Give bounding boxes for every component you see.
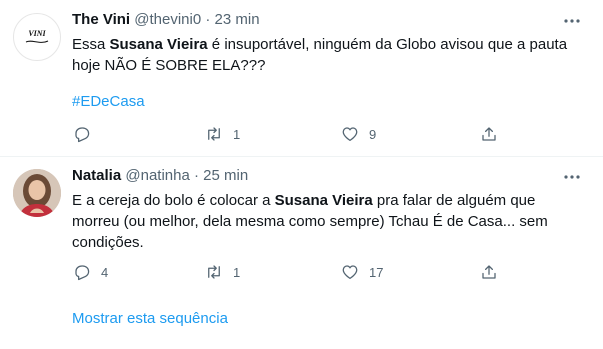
timestamp[interactable]: 25 min [203,167,248,184]
show-thread-link[interactable]: Mostrar esta sequência [72,310,228,327]
share-icon [482,127,496,141]
reply-button[interactable]: 4 [73,263,108,281]
author-name[interactable]: Natalia [72,167,121,184]
share-icon [482,265,496,279]
tweet-text: E a cereja do bolo é colocar a Susana Vi… [72,192,548,251]
share-button[interactable] [480,125,498,143]
separator-dot: · [194,167,199,184]
hashtag-link[interactable]: #EDeCasa [72,92,145,112]
author-name[interactable]: The Vini [72,11,130,28]
more-options-icon[interactable] [563,12,581,30]
tweet[interactable]: VINI The Vini @thevini0 · 23 min Essa Su… [0,0,603,155]
retweet-button[interactable]: 1 [205,125,240,143]
tweet-header: Natalia @natinha · 25 min [72,167,248,185]
more-options-icon[interactable] [563,168,581,186]
heart-icon [342,265,358,280]
vini-logo-icon: VINI [25,29,49,43]
tweet[interactable]: Natalia @natinha · 25 min E a cereja do … [0,157,603,349]
heart-icon [342,127,358,142]
tweet-text: Essa Susana Vieira é insuportável, ningu… [72,36,568,74]
author-handle[interactable]: @thevini0 [134,11,201,28]
retweet-icon [208,127,220,141]
avatar[interactable] [13,169,61,217]
avatar[interactable]: VINI [13,13,61,61]
author-handle[interactable]: @natinha [125,167,189,184]
like-button[interactable]: 9 [341,125,376,143]
retweet-icon [208,265,220,279]
separator-dot: · [205,11,211,28]
reply-icon [75,265,90,281]
like-button[interactable]: 17 [341,263,383,281]
reply-icon [75,127,90,143]
tweet-header: The Vini @thevini0 · 23 min [72,11,260,29]
reply-button[interactable] [73,125,101,143]
svg-text:VINI: VINI [28,29,46,38]
timestamp[interactable]: 23 min [215,11,260,28]
retweet-button[interactable]: 1 [205,263,240,281]
share-button[interactable] [480,263,498,281]
user-photo-icon [13,169,61,217]
